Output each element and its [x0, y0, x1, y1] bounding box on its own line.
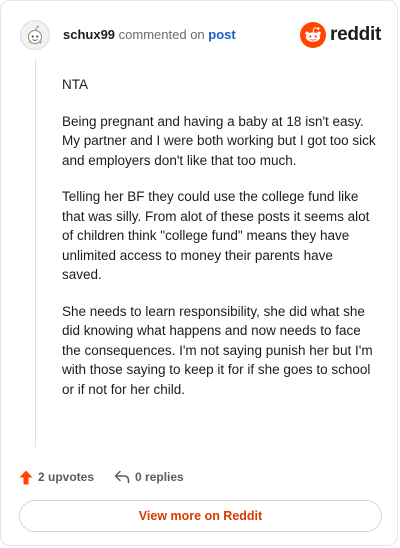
comment-paragraph: Being pregnant and having a baby at 18 i… — [62, 113, 376, 168]
reply-count: 0 replies — [135, 470, 184, 484]
upvote-button[interactable]: 2 upvotes — [19, 470, 94, 485]
upvote-count: 2 upvotes — [38, 470, 95, 484]
comment-paragraph: She needs to learn responsibility, she d… — [62, 303, 373, 397]
reply-button[interactable]: 0 replies — [114, 470, 184, 484]
comment-header: schux99 commented on post reddit — [20, 19, 381, 51]
comment-body: NTA Being pregnant and having a baby at … — [62, 75, 376, 416]
reply-arrow-icon — [114, 470, 130, 484]
username[interactable]: schux99 — [63, 27, 115, 42]
upvote-arrow-icon — [19, 470, 33, 484]
view-more-button[interactable]: View more on Reddit — [19, 500, 382, 532]
comment-paragraph: NTA — [62, 77, 88, 92]
reddit-wordmark: reddit — [330, 24, 381, 45]
commented-on-label: commented on — [118, 27, 205, 42]
comment-paragraph: Telling her BF they could use the colleg… — [62, 189, 370, 282]
post-link[interactable]: post — [208, 27, 235, 42]
snoo-avatar-icon — [28, 25, 43, 45]
thread-line — [35, 59, 36, 447]
comment-meta: schux99 commented on post — [63, 27, 236, 43]
reddit-logo-icon — [300, 22, 327, 48]
comment-embed-card: schux99 commented on post reddit NTA Bei… — [0, 0, 398, 546]
user-avatar[interactable] — [20, 20, 50, 50]
reddit-brand[interactable]: reddit — [300, 22, 381, 48]
comment-actions: 2 upvotes 0 replies — [19, 467, 184, 487]
